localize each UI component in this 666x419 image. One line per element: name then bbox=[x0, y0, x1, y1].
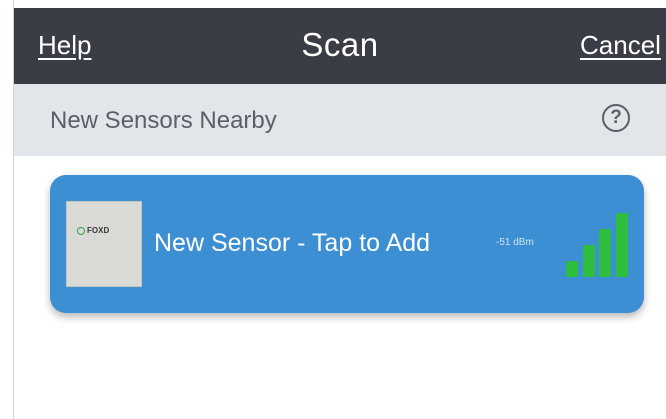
navigation-bar: Help Scan Cancel bbox=[14, 8, 666, 84]
sensor-brand-logo-text: FOXD bbox=[87, 226, 110, 235]
cancel-link[interactable]: Cancel bbox=[580, 30, 661, 61]
page-title: Scan bbox=[301, 26, 379, 63]
sensor-brand-logo: FOXD bbox=[77, 226, 109, 235]
sensor-signal-reading: -51 dBm bbox=[496, 237, 534, 248]
section-header: New Sensors Nearby ? bbox=[14, 84, 666, 156]
signal-bar bbox=[615, 213, 628, 277]
sensor-card-label: New Sensor - Tap to Add bbox=[154, 229, 431, 257]
left-edge-divider bbox=[0, 0, 14, 419]
signal-bar bbox=[566, 261, 578, 277]
sensor-thumbnail: FOXD bbox=[66, 201, 142, 287]
signal-bar bbox=[599, 229, 611, 277]
section-title: New Sensors Nearby bbox=[50, 107, 277, 134]
signal-bar bbox=[582, 245, 595, 277]
question-circle-icon[interactable]: ? bbox=[602, 104, 630, 132]
new-sensor-card[interactable]: FOXD New Sensor - Tap to Add -51 dBm bbox=[50, 175, 644, 313]
brand-logo-icon bbox=[77, 226, 85, 235]
signal-strength-icon bbox=[566, 213, 632, 277]
